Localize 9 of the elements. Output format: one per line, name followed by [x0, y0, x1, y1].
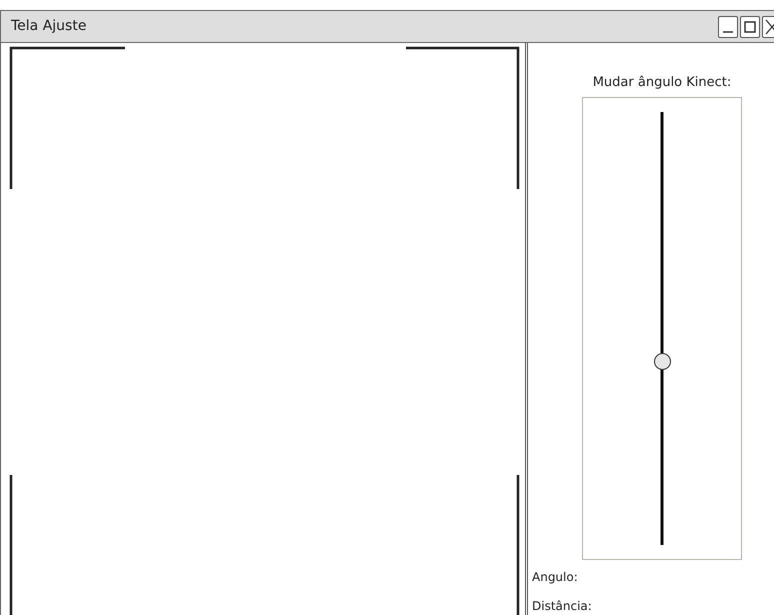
readout-label: Distância:	[532, 598, 592, 615]
slider-thumb[interactable]	[654, 353, 670, 370]
maximize-icon	[744, 20, 756, 32]
minimize-button[interactable]	[718, 16, 738, 38]
window-title: Tela Ajuste	[11, 17, 86, 36]
minimize-icon	[723, 30, 733, 32]
slider-label: Mudar ângulo Kinect:	[592, 74, 732, 92]
readout-label: Angulo:	[532, 569, 579, 586]
maximize-button[interactable]	[740, 16, 760, 38]
